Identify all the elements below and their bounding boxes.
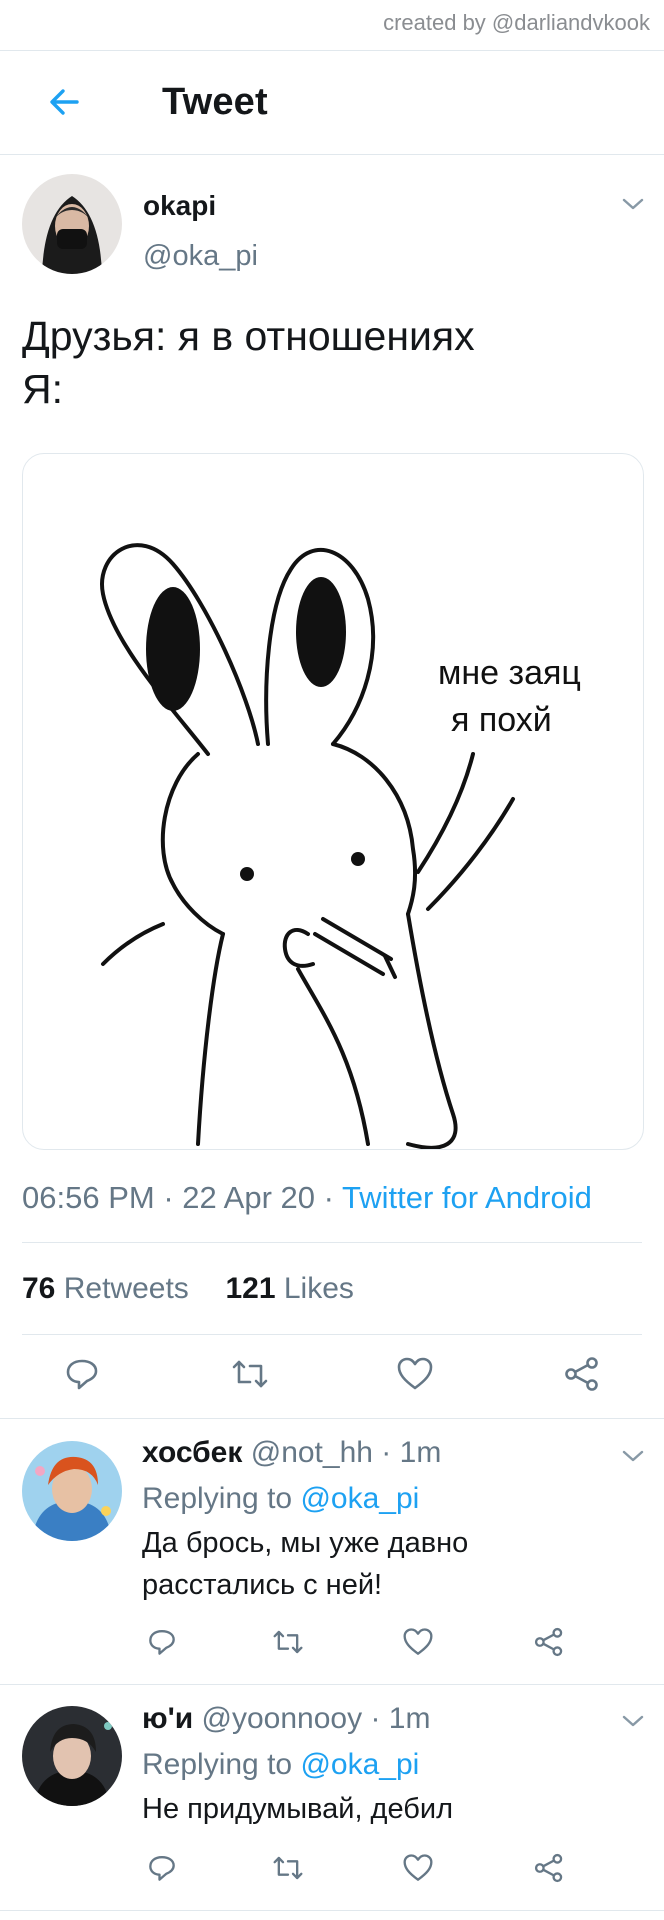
replying-to: Replying to @oka_pi — [142, 1482, 642, 1516]
tweet-date: 22 Apr 20 — [182, 1180, 315, 1215]
reply-icon — [149, 1630, 175, 1655]
reply-text: Да брось, мы уже давно расстались с ней! — [142, 1527, 469, 1601]
share-button[interactable] — [527, 1620, 571, 1664]
chevron-down-icon[interactable] — [621, 1448, 645, 1464]
reply-avatar[interactable] — [22, 1706, 122, 1806]
tweet-time: 06:56 PM — [22, 1180, 155, 1215]
reply-icon — [66, 1359, 98, 1390]
meta-separator: · — [381, 1436, 392, 1469]
likes-stat[interactable]: 121 Likes — [225, 1272, 353, 1305]
retweet-button[interactable] — [266, 1620, 310, 1664]
tweet-bottom-divider — [0, 1418, 664, 1419]
retweets-label: Retweets — [63, 1272, 189, 1305]
like-icon — [403, 1628, 433, 1655]
retweet-icon — [273, 1630, 303, 1654]
likes-label: Likes — [283, 1272, 354, 1305]
retweets-count: 76 — [22, 1272, 56, 1305]
reply-button[interactable] — [140, 1620, 184, 1664]
reply-button[interactable] — [140, 1846, 184, 1890]
reply-header: хосбек @not_hh · 1m — [142, 1436, 642, 1470]
retweet-icon — [232, 1360, 268, 1388]
reply-text: Не придумывай, дебил — [142, 1793, 454, 1825]
header-divider — [0, 154, 664, 155]
bottom-divider — [0, 1910, 664, 1911]
reply-item: хосбек @not_hh · 1m Replying to @oka_pi … — [142, 1436, 642, 1606]
retweets-stat[interactable]: 76 Retweets — [22, 1272, 189, 1305]
image-caption-line1: мне заяц — [438, 654, 581, 692]
tweet-stats: 76 Retweets 121 Likes — [22, 1272, 354, 1306]
meta-separator: · — [323, 1180, 342, 1215]
replying-to-label: Replying to — [142, 1482, 293, 1515]
stats-divider — [22, 1334, 642, 1335]
like-icon — [397, 1357, 433, 1390]
reply-icon — [149, 1856, 175, 1881]
like-icon — [403, 1854, 433, 1881]
app-header: Tweet — [0, 50, 664, 154]
retweet-button[interactable] — [266, 1846, 310, 1890]
meta-separator: · — [163, 1180, 183, 1215]
retweet-button[interactable] — [228, 1352, 272, 1396]
reply-author-name[interactable]: ю'и — [142, 1702, 193, 1735]
chevron-down-icon[interactable] — [621, 196, 645, 212]
like-button[interactable] — [396, 1846, 440, 1890]
tweet-client-link[interactable]: Twitter for Android — [342, 1180, 592, 1215]
replying-to-label: Replying to — [142, 1748, 293, 1781]
reply-avatar[interactable] — [22, 1441, 122, 1541]
bunny-meme-illustration: мне заяц я похй — [100, 543, 581, 1149]
share-icon — [534, 1627, 563, 1657]
like-button[interactable] — [393, 1352, 437, 1396]
reply-author-handle[interactable]: @not_hh — [251, 1436, 373, 1469]
share-button[interactable] — [527, 1846, 571, 1890]
reply-author-name[interactable]: хосбек — [142, 1436, 242, 1469]
back-arrow-icon — [50, 89, 79, 115]
reply-button[interactable] — [60, 1352, 104, 1396]
replying-to-link[interactable]: @oka_pi — [300, 1482, 419, 1515]
meta-divider — [22, 1242, 642, 1243]
reply-item: ю'и @yoonnooy · 1m Replying to @oka_pi Н… — [142, 1702, 642, 1830]
share-icon — [565, 1357, 598, 1391]
replying-to: Replying to @oka_pi — [142, 1748, 642, 1782]
page-title: Tweet — [162, 80, 268, 123]
reply-actions — [0, 1846, 664, 1906]
retweet-icon — [273, 1856, 303, 1880]
share-button[interactable] — [560, 1352, 604, 1396]
chevron-down-icon[interactable] — [621, 1713, 645, 1729]
likes-count: 121 — [225, 1272, 276, 1305]
like-button[interactable] — [396, 1620, 440, 1664]
author-name[interactable]: okapi — [143, 190, 216, 222]
reply-divider — [0, 1684, 664, 1685]
tweet-actions — [0, 1346, 664, 1406]
reply-header: ю'и @yoonnooy · 1m — [142, 1702, 642, 1736]
author-handle[interactable]: @oka_pi — [143, 240, 258, 273]
reply-actions — [0, 1620, 664, 1680]
meta-separator: · — [370, 1702, 381, 1735]
author-avatar[interactable] — [22, 174, 122, 274]
tweet-meta: 06:56 PM · 22 Apr 20 · Twitter for Andro… — [22, 1180, 592, 1216]
image-caption-line2: я похй — [451, 701, 552, 739]
reply-author-handle[interactable]: @yoonnooy — [202, 1702, 363, 1735]
share-icon — [534, 1853, 563, 1883]
reply-time: 1m — [399, 1436, 442, 1469]
reply-time: 1m — [388, 1702, 431, 1735]
replying-to-link[interactable]: @oka_pi — [300, 1748, 419, 1781]
watermark-credit: created by @darliandvkook — [383, 10, 650, 35]
tweet-text: Друзья: я в отношениях Я: — [22, 313, 475, 412]
tweet-image[interactable]: мне заяц я похй — [22, 453, 644, 1150]
back-button[interactable] — [34, 82, 94, 122]
